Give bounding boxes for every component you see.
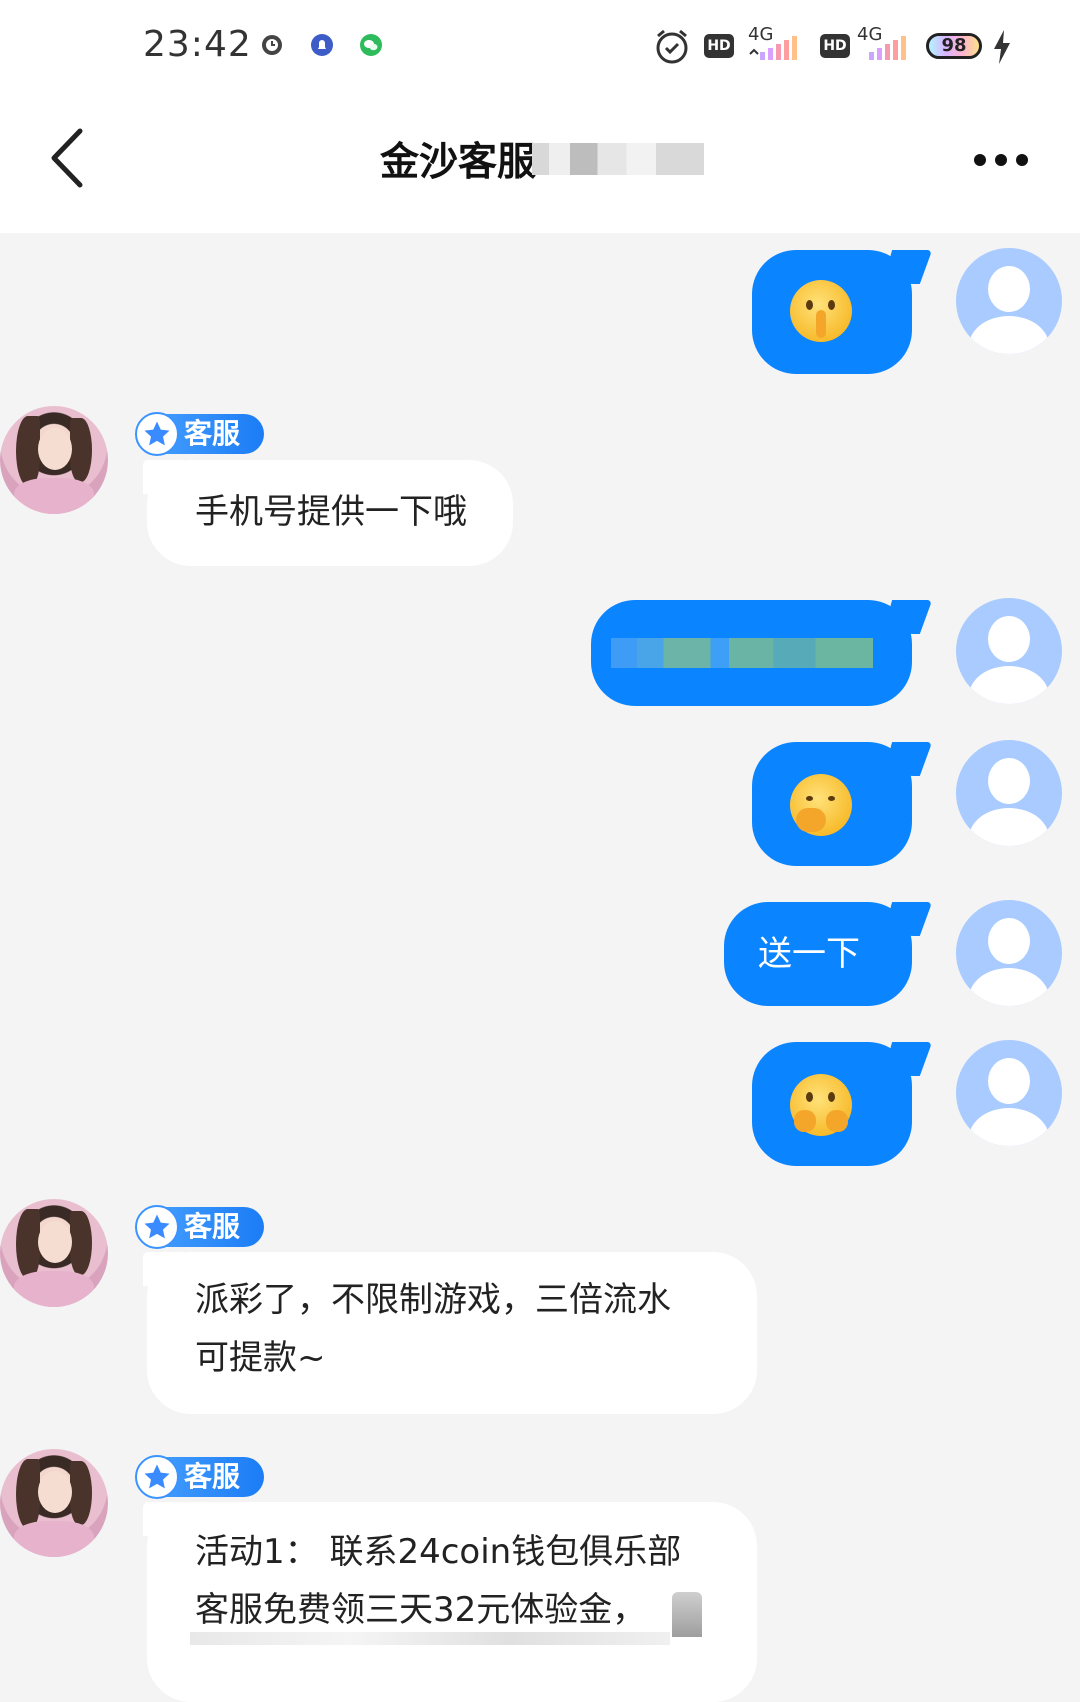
hand-over-mouth-emoji [790, 1074, 852, 1136]
hd-icon: HD [704, 34, 734, 58]
agent-badge: 客服 [135, 1455, 264, 1499]
agent-avatar[interactable] [0, 1199, 108, 1307]
message-text-line-2: 可提款~ [195, 1338, 326, 1378]
status-bar: 23:42 HD 4G HD 4G 98 [0, 0, 1080, 95]
message-text: 手机号提供一下哦 [195, 492, 467, 532]
shushing-face-emoji [790, 280, 852, 342]
hand-over-mouth-emoji [790, 774, 852, 836]
user-avatar[interactable] [956, 900, 1062, 1006]
message-text-line-2: 客服免费领三天32元体验金， [195, 1590, 647, 1630]
message-text-line-1: 活动1： 联系24coin钱包俱乐部 [195, 1532, 682, 1572]
agent-badge: 客服 [135, 412, 264, 456]
agent-badge-label: 客服 [184, 1460, 241, 1493]
chat-header: 金沙客服 [0, 95, 1080, 233]
chat-title: 金沙客服 [380, 140, 537, 185]
star-icon [144, 1464, 170, 1489]
agent-avatar[interactable] [0, 406, 108, 514]
notification-icon [311, 34, 333, 56]
alarm-icon [656, 29, 688, 64]
back-button[interactable] [42, 123, 112, 203]
outgoing-message[interactable] [591, 600, 912, 706]
incoming-message[interactable]: 活动1： 联系24coin钱包俱乐部 客服免费领三天32元体验金， [143, 1502, 757, 1702]
hd-icon: HD [820, 34, 850, 58]
charging-icon [994, 30, 1010, 64]
battery-icon: 98 [926, 33, 982, 59]
redacted-content [672, 1592, 702, 1637]
incoming-message[interactable]: 派彩了，不限制游戏，三倍流水 可提款~ [143, 1252, 757, 1414]
agent-badge: 客服 [135, 1205, 264, 1249]
user-avatar[interactable] [956, 740, 1062, 846]
message-text: 送一下 [758, 934, 860, 974]
star-icon [144, 421, 170, 446]
redacted-title-suffix [532, 143, 704, 175]
agent-badge-label: 客服 [184, 417, 241, 450]
star-icon [144, 1214, 170, 1239]
wechat-icon [360, 34, 382, 56]
message-text-line-1: 派彩了，不限制游戏，三倍流水 [195, 1280, 671, 1320]
user-avatar[interactable] [956, 1040, 1062, 1146]
clock-icon [262, 35, 282, 55]
outgoing-message[interactable]: 送一下 [724, 902, 912, 1006]
more-button[interactable] [968, 145, 1038, 175]
redacted-content [611, 638, 873, 668]
agent-avatar[interactable] [0, 1449, 108, 1557]
more-horizontal-icon [974, 154, 986, 166]
outgoing-message[interactable] [752, 742, 912, 866]
signal-4g-icon [749, 36, 797, 60]
chevron-left-icon [51, 128, 83, 188]
outgoing-message[interactable] [752, 250, 912, 374]
outgoing-message[interactable] [752, 1042, 912, 1166]
status-time: 23:42 [143, 24, 252, 65]
user-avatar[interactable] [956, 598, 1062, 704]
agent-badge-label: 客服 [184, 1210, 241, 1243]
signal-4g-icon [869, 36, 906, 60]
redacted-content [190, 1632, 670, 1645]
incoming-message[interactable]: 手机号提供一下哦 [143, 460, 513, 566]
user-avatar[interactable] [956, 248, 1062, 354]
